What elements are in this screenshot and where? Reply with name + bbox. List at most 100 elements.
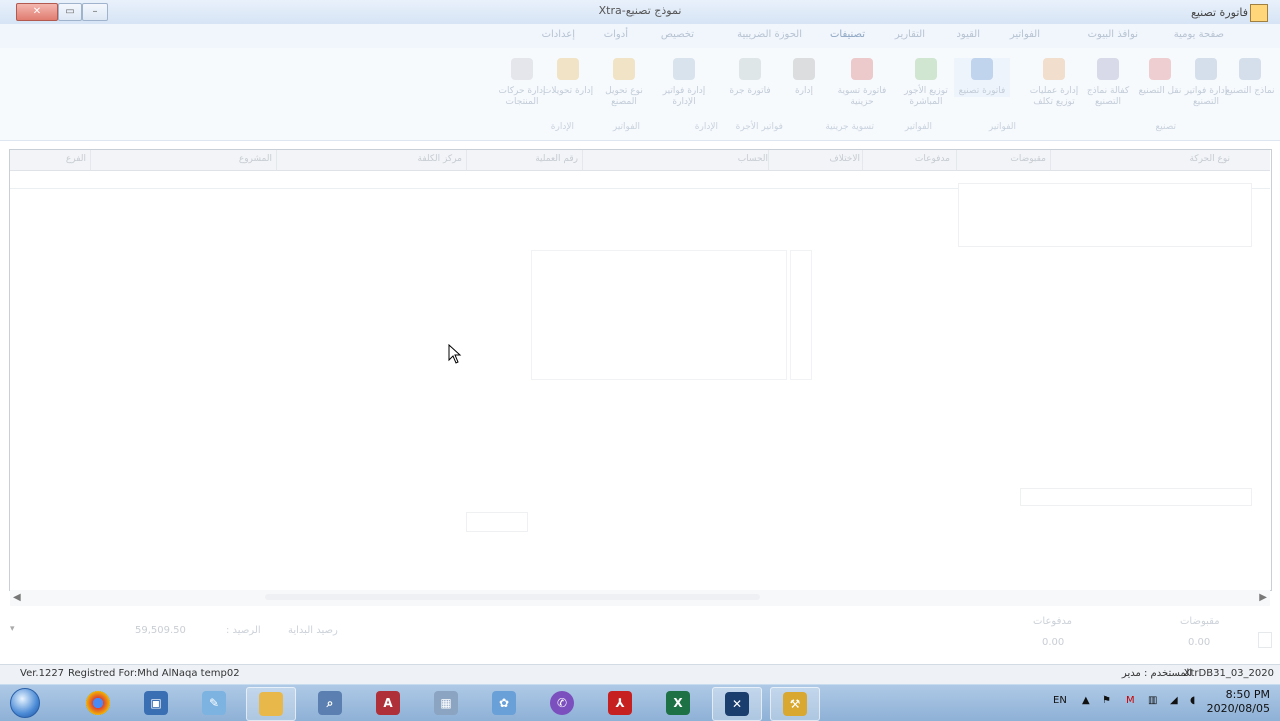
scroll-left-icon[interactable]: ◀ (13, 592, 21, 603)
receipts-value: 0.00 (1188, 637, 1211, 648)
ribbon-button[interactable]: إدارة حركات المنتجات (494, 58, 550, 108)
ghost-panel (958, 183, 1252, 247)
mail-icon[interactable]: M (1126, 695, 1135, 706)
column-header[interactable]: المشروع (239, 154, 272, 164)
taskbar-app[interactable]: A (364, 687, 412, 719)
tray-expand-icon[interactable]: ▲ (1082, 695, 1090, 706)
ribbon-group-label: الفواتير (904, 122, 932, 132)
ribbon-button[interactable]: فاتورة تسوية حزينية (834, 58, 890, 108)
mouse-cursor-icon (448, 344, 462, 364)
network-icon[interactable]: ▥ (1148, 695, 1157, 706)
invoice-icon (971, 58, 993, 80)
viber-icon: ✆ (550, 691, 574, 715)
ribbon-group-label: الفواتير (988, 122, 1016, 132)
column-header[interactable]: الفرع (66, 154, 86, 164)
tab-tax[interactable]: الحوزة الضريبية (737, 29, 802, 40)
taskbar-app[interactable]: ▣ (132, 687, 180, 719)
tab-windows[interactable]: نوافذ البيوت (1088, 29, 1138, 40)
system-clock[interactable]: 8:50 PM 2020/08/05 (1198, 688, 1270, 716)
database-text: XtrDB31_03_2020 (1183, 668, 1274, 679)
taskbar-app[interactable]: ▦ (422, 687, 470, 719)
column-header[interactable]: مركز الكلفة (418, 154, 462, 164)
ribbon-button[interactable]: توزيع الأجور المباشرة (898, 58, 954, 108)
taskbar-app[interactable]: ✿ (480, 687, 528, 719)
column-separator[interactable] (90, 150, 91, 170)
ribbon-button[interactable]: فاتورة جرة (722, 58, 778, 97)
tab-classifications[interactable]: تصنيفات (830, 29, 865, 40)
column-separator[interactable] (466, 150, 467, 170)
resize-grip[interactable] (1258, 632, 1272, 648)
taskbar-app[interactable]: ✕ (712, 687, 762, 721)
taskbar-app[interactable]: ✎ (190, 687, 238, 719)
column-separator[interactable] (862, 150, 863, 170)
column-header[interactable]: رقم العملية (535, 154, 578, 164)
column-header[interactable]: نوع الحركة (1189, 154, 1230, 164)
chevron-down-icon[interactable]: ▾ (10, 624, 15, 634)
scrollbar-thumb[interactable] (265, 594, 760, 600)
taskbar-app[interactable] (74, 687, 122, 719)
access-icon: A (376, 691, 400, 715)
acrobat-icon: ⅄ (608, 691, 632, 715)
column-separator[interactable] (768, 150, 769, 170)
folder-icon (259, 692, 283, 716)
volume-icon[interactable]: ◖ (1190, 695, 1195, 706)
tools-icon: ⚒ (783, 692, 807, 716)
document-title: فاتورة تصنيع (1190, 6, 1248, 19)
column-separator[interactable] (956, 150, 957, 170)
tab-tools[interactable]: أدوات (604, 29, 628, 40)
ribbon-button-selected[interactable]: فاتورة تصنيع (954, 58, 1010, 97)
scroll-right-icon[interactable]: ▶ (1259, 592, 1267, 603)
document-icon (1097, 58, 1119, 80)
language-indicator[interactable]: EN (1053, 695, 1067, 706)
calculator-icon: ▦ (434, 691, 458, 715)
tab-reports[interactable]: التقارير (895, 29, 925, 40)
ribbon-tabs: صفحة يومية نوافذ البيوت الفواتير القيود … (0, 24, 1280, 49)
taskbar-app[interactable]: X (654, 687, 702, 719)
signal-icon[interactable]: ◢ (1170, 695, 1178, 706)
taskbar-app[interactable]: ⅄ (596, 687, 644, 719)
cube-icon (1149, 58, 1171, 80)
title-bar: ✕ ▭ – Xtra-نموذج تصنيع فاتورة تصنيع (0, 0, 1280, 25)
globe-icon (673, 58, 695, 80)
tab-settings[interactable]: إعدادات (542, 29, 575, 40)
ribbon-button[interactable]: كفالة نماذج التصنيع (1080, 58, 1136, 108)
ribbon-group-label: فواتير الأجرة (735, 122, 783, 132)
clock-date: 2020/08/05 (1206, 702, 1270, 715)
tab-entries[interactable]: القيود (956, 29, 980, 40)
ghost-panel (466, 512, 528, 532)
tab-daily-page[interactable]: صفحة يومية (1174, 29, 1224, 40)
column-header[interactable]: مقبوضات (1010, 154, 1046, 164)
window-title: Xtra-نموذج تصنيع (598, 4, 682, 17)
flag-icon[interactable]: ⚑ (1102, 695, 1111, 706)
ribbon-button[interactable]: نوع تحويل المصنع (596, 58, 652, 108)
column-header[interactable]: الحساب (738, 154, 768, 164)
chrome-icon (86, 691, 110, 715)
column-header[interactable]: مدفوعات (915, 154, 950, 164)
windows-icon (10, 688, 40, 718)
ribbon-button[interactable]: إدارة عمليات توزيع تكلف (1026, 58, 1082, 108)
ribbon-button[interactable]: إدارة فواتير الإدارة (656, 58, 712, 108)
taskbar-app[interactable] (246, 687, 296, 721)
column-separator[interactable] (276, 150, 277, 170)
start-button[interactable] (6, 687, 44, 719)
column-separator[interactable] (1050, 150, 1051, 170)
tab-customize[interactable]: تخصيص (661, 29, 694, 40)
search-icon: ⌕ (318, 691, 342, 715)
taskbar-app[interactable]: ✆ (538, 687, 586, 719)
settings-icon (511, 58, 533, 80)
excel-icon: X (666, 691, 690, 715)
ribbon-button[interactable]: نقل التصنيع (1132, 58, 1188, 97)
pen-icon (793, 58, 815, 80)
taskbar-app[interactable]: ⌕ (306, 687, 354, 719)
column-header[interactable]: الاختلاف (829, 154, 860, 164)
clock-time: 8:50 PM (1225, 688, 1270, 701)
ribbon-group-label: تسوية جرينية (825, 122, 874, 132)
ghost-panel (531, 250, 787, 380)
ribbon-button[interactable]: إدارة (776, 58, 832, 97)
taskbar-app[interactable]: ⚒ (770, 687, 820, 721)
grid-icon (1239, 58, 1261, 80)
ghost-panel (1020, 488, 1252, 506)
chart-icon (915, 58, 937, 80)
column-separator[interactable] (582, 150, 583, 170)
tab-invoices[interactable]: الفواتير (1010, 29, 1040, 40)
